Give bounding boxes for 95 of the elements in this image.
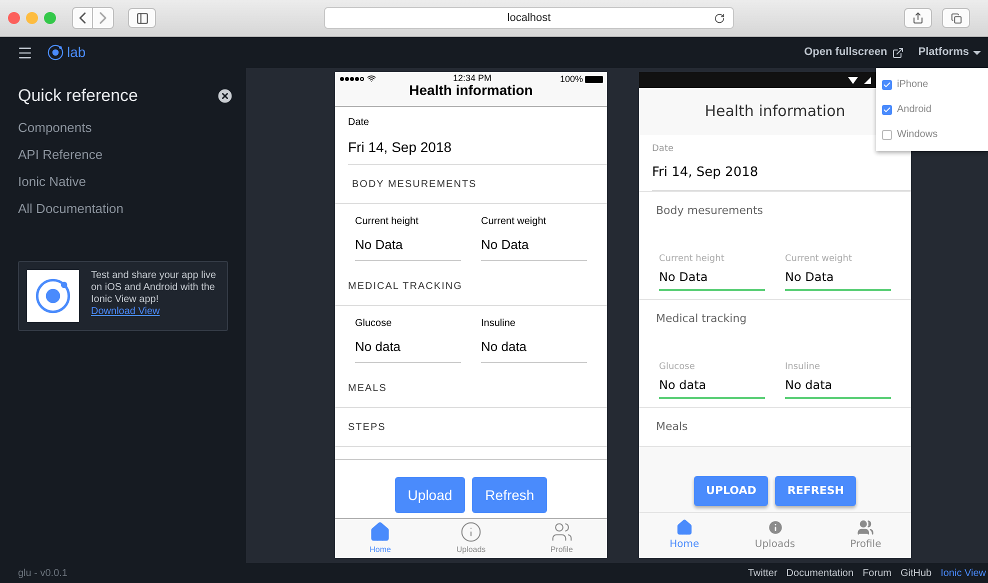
- field-label: Current height: [355, 215, 420, 229]
- tab[interactable]: Home: [335, 519, 426, 558]
- checkbox[interactable]: [882, 104, 892, 114]
- menu-icon[interactable]: [17, 44, 33, 60]
- section-header: MEALS: [335, 369, 607, 408]
- input-field[interactable]: No Data: [785, 265, 891, 291]
- tab-label: Profile: [850, 538, 882, 552]
- tab-label: Uploads: [456, 544, 486, 556]
- input-field[interactable]: No Data: [659, 265, 765, 291]
- footer-link[interactable]: GitHub: [900, 566, 932, 580]
- input-field[interactable]: No data: [355, 331, 461, 363]
- upload-button[interactable]: Upload: [394, 477, 466, 513]
- version-text: glu - v0.0.1: [18, 566, 68, 580]
- field-label: Current height: [659, 253, 726, 265]
- sidebar-link[interactable]: API Reference: [18, 146, 228, 164]
- home-icon: [369, 521, 392, 543]
- tabs-icon: [950, 12, 962, 24]
- field-label: Date: [652, 143, 675, 155]
- share-icon: [912, 12, 924, 24]
- page-title: Health information: [704, 101, 846, 122]
- checkbox[interactable]: [882, 130, 892, 140]
- platforms-dropdown[interactable]: Platforms: [918, 44, 981, 61]
- download-link[interactable]: Download View: [91, 306, 160, 316]
- input-field[interactable]: No data: [785, 373, 891, 399]
- check-icon: [883, 106, 891, 114]
- input-field[interactable]: No data: [659, 373, 765, 399]
- field-label: Glucose: [659, 361, 696, 373]
- close-icon[interactable]: [216, 86, 234, 105]
- footer-link[interactable]: Twitter: [748, 566, 778, 580]
- signal-icon: [340, 76, 364, 80]
- check-icon: [883, 80, 891, 88]
- refresh-button[interactable]: REFRESH: [775, 476, 856, 506]
- footer-link[interactable]: Ionic View: [940, 566, 986, 580]
- platform-option[interactable]: Android: [876, 97, 988, 122]
- sidebar-link[interactable]: Components: [18, 118, 228, 136]
- sidebar-title: Quick reference: [18, 85, 138, 107]
- input-field[interactable]: No data: [481, 331, 587, 363]
- tab-label: Uploads: [754, 538, 796, 552]
- date-field[interactable]: Fri 14, Sep 2018: [652, 155, 911, 191]
- section-header: BODY MESUREMENTS: [335, 165, 607, 204]
- address-bar[interactable]: localhost: [324, 7, 734, 29]
- tab-label: Home: [370, 544, 391, 556]
- ionic-view-icon: [34, 276, 72, 314]
- page-title: Health information: [409, 82, 533, 98]
- fullscreen-link[interactable]: Open fullscreen: [804, 44, 904, 61]
- footer-link[interactable]: Forum: [862, 566, 892, 580]
- tab[interactable]: Uploads: [426, 519, 516, 558]
- sidebar-link[interactable]: Ionic Native: [18, 172, 228, 190]
- field-label: Date: [348, 116, 370, 130]
- field-label: Current weight: [481, 215, 548, 229]
- people-icon: [550, 521, 573, 543]
- footer-link[interactable]: Documentation: [786, 566, 854, 580]
- section-header: STEPS: [335, 408, 607, 447]
- battery-level: 100%: [560, 74, 583, 84]
- caret-icon: [973, 50, 981, 54]
- reload-icon[interactable]: [714, 12, 725, 24]
- battery-icon: [585, 76, 603, 82]
- logo-text: lab: [67, 43, 86, 62]
- input-field[interactable]: No Data: [481, 229, 587, 261]
- tab[interactable]: Profile: [820, 513, 911, 558]
- tab[interactable]: Uploads: [730, 513, 820, 558]
- refresh-button[interactable]: Refresh: [472, 477, 548, 513]
- section-header: Meals: [655, 418, 689, 435]
- status-time: 12:34 PM: [453, 73, 492, 83]
- field-label: Glucose: [355, 317, 393, 331]
- tab[interactable]: Home: [639, 513, 730, 558]
- section-header: Medical tracking: [655, 310, 748, 327]
- wifi-icon: [367, 74, 376, 83]
- url-text: localhost: [507, 10, 551, 26]
- people-icon: [857, 519, 874, 536]
- info-icon: [460, 521, 482, 543]
- home-icon: [676, 519, 693, 536]
- external-link-icon: [892, 46, 904, 58]
- tabs-button[interactable]: [942, 8, 970, 28]
- tab[interactable]: Profile: [516, 519, 607, 558]
- platform-option[interactable]: Windows: [876, 122, 988, 147]
- section-header: MEDICAL TRACKING: [335, 267, 607, 306]
- field-label: Insuline: [785, 361, 821, 373]
- tab-label: Profile: [550, 544, 574, 556]
- platform-option[interactable]: iPhone: [876, 72, 988, 97]
- tab-label: Home: [670, 538, 700, 552]
- sidebar-link[interactable]: All Documentation: [18, 200, 228, 218]
- field-label: Current weight: [785, 253, 854, 265]
- info-icon: [766, 519, 784, 536]
- sidebar-toggle-button[interactable]: [128, 8, 156, 28]
- sidebar-icon: [136, 12, 148, 24]
- date-field[interactable]: Fri 14, Sep 2018: [348, 130, 607, 165]
- promo-text: Test and share your app live on iOS and Android with the Ionic View app!: [91, 270, 218, 306]
- share-button[interactable]: [904, 8, 932, 28]
- checkbox[interactable]: [882, 80, 892, 90]
- field-label: Insuline: [481, 317, 516, 331]
- section-header: Body mesurements: [655, 202, 764, 219]
- input-field[interactable]: No Data: [355, 229, 461, 261]
- ionic-logo-icon: [47, 44, 64, 61]
- upload-button[interactable]: UPLOAD: [694, 476, 768, 506]
